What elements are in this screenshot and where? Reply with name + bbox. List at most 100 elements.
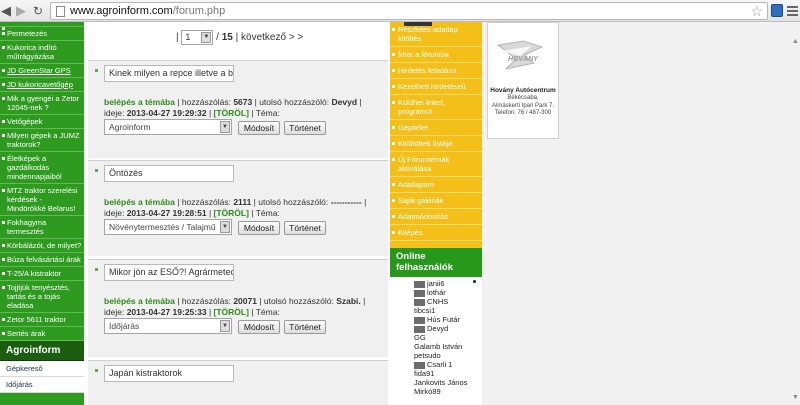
right-menu-item[interactable]: Kezelheti hirdetéseit	[390, 79, 482, 95]
online-user-name: Hús Futár	[427, 315, 460, 324]
join-topic-link[interactable]: belépés a témába	[104, 296, 175, 306]
right-menu-item[interactable]: Kitöltöttek listája	[390, 136, 482, 152]
url-text[interactable]: www.agroinform.com/forum.php	[70, 5, 225, 18]
right-menu-item[interactable]: Adatlapom	[390, 177, 482, 193]
right-menu-item[interactable]: Küldhet linket, programot	[390, 95, 482, 120]
online-user[interactable]: Devyd	[414, 324, 478, 333]
scroll-down-arrow-icon[interactable]: ▼	[792, 394, 799, 401]
online-user-name: Devyd	[427, 324, 449, 333]
page-select[interactable]: 1 ▼	[181, 30, 214, 45]
modify-button[interactable]: Módosít	[238, 121, 280, 135]
left-menu-item[interactable]: Fokhagyma termesztés	[0, 216, 84, 239]
scroll-up-arrow-icon[interactable]: ▲	[792, 38, 799, 45]
address-bar[interactable]: www.agroinform.com/forum.php ☆	[50, 2, 768, 20]
history-button[interactable]: Történet	[284, 221, 326, 235]
online-user[interactable]: tibcsi1	[414, 306, 478, 315]
extension-icon[interactable]	[771, 4, 783, 17]
left-menu-item[interactable]: Tojjtjük tenyésztés, tartás és a tojás e…	[0, 281, 84, 313]
last-poster-label: utolsó hozzászóló:	[259, 97, 330, 107]
right-menu-item[interactable]: Gépitélet	[390, 120, 482, 136]
online-user[interactable]: CNHS	[414, 297, 478, 306]
category-select[interactable]: Időjárás ▼	[104, 318, 232, 334]
left-menu-item[interactable]: Permetezés	[0, 27, 84, 41]
reload-icon[interactable]: ↻	[33, 3, 47, 19]
delete-link[interactable]: [TÖRÖL]	[214, 208, 249, 218]
online-user[interactable]: Csarli 1	[414, 360, 478, 369]
pager-total: / 15 |	[216, 32, 242, 44]
hovany-logo-icon: HOVÁNY	[497, 40, 544, 70]
avatar	[414, 361, 425, 369]
online-user[interactable]: lothár	[414, 288, 478, 297]
right-menu-item[interactable]: Hirdetés feladása	[390, 63, 482, 79]
bookmark-star-icon[interactable]: ☆	[750, 3, 763, 19]
left-menu-item[interactable]: Vetőgépek	[0, 115, 84, 129]
forum-topic-list: | 1 ▼ / 15 | következő > > Kinek milyen a…	[88, 22, 388, 405]
topic-title-field[interactable]: Öntözés	[104, 165, 234, 182]
online-user-name: Mirkó89	[414, 387, 441, 396]
online-user[interactable]: petsudo	[414, 351, 478, 360]
left-menu-item[interactable]: Sertés árak	[0, 327, 84, 341]
left-menu-subitem[interactable]: Gépkereső	[0, 361, 84, 377]
theme-label: Téma:	[255, 307, 280, 317]
modify-button[interactable]: Módosít	[238, 221, 280, 235]
topic-title-field[interactable]: Mikor jön az ESŐ?! Agrármeteon	[104, 264, 234, 281]
online-user[interactable]: fida91	[414, 369, 478, 378]
online-user[interactable]: Galamb István	[414, 342, 478, 351]
left-menu-item[interactable]: MTZ traktor szerelési kérdések - Mindörö…	[0, 184, 84, 216]
online-user[interactable]: Mirkó89	[414, 387, 478, 396]
topic-title-field[interactable]: Japán kistraktorok	[104, 365, 234, 382]
left-menu-item[interactable]: Milyen gépek a JUMZ traktorok?	[0, 129, 84, 152]
left-menu-subitem[interactable]: Időjárás	[0, 377, 84, 393]
left-menu-item[interactable]: Búza felvásártási árak	[0, 253, 84, 267]
online-user-name: GG	[414, 333, 426, 342]
right-menu-item[interactable]: Kilépés	[390, 225, 482, 241]
online-user-name: Galamb István	[414, 342, 463, 351]
bullet-icon	[95, 69, 98, 72]
browser-menu-icon[interactable]	[787, 4, 798, 17]
join-topic-link[interactable]: belépés a témába	[104, 97, 175, 107]
left-menu-item[interactable]: JD kukoricavetőgép	[0, 78, 84, 92]
online-user[interactable]: janii6	[414, 279, 478, 288]
right-menu-item[interactable]: Saját galériák	[390, 193, 482, 209]
left-menu-item[interactable]: Életképek a gazdálkodás mindennapjaiból	[0, 152, 84, 184]
category-select-value: Időjárás	[109, 321, 140, 331]
online-user-name: janii6	[427, 279, 445, 288]
forward-arrow-icon[interactable]: ▶	[16, 3, 30, 19]
history-button[interactable]: Történet	[284, 320, 326, 334]
online-user[interactable]: GG	[414, 333, 478, 342]
delete-link[interactable]: [TÖRÖL]	[214, 108, 249, 118]
join-topic-link[interactable]: belépés a témába	[104, 197, 175, 207]
online-user[interactable]: Jankovits János	[414, 378, 478, 387]
category-select[interactable]: Növénytermesztés / Talajmű ▼	[104, 219, 232, 235]
modify-button[interactable]: Módosít	[238, 320, 280, 334]
replies-label: hozzászólás:	[181, 97, 231, 107]
avatar	[414, 298, 425, 306]
left-menu-item[interactable]: Körbálázót, de milyet?	[0, 239, 84, 253]
category-select-value: Növénytermesztés / Talajmű	[109, 222, 216, 232]
right-menu-item[interactable]: Adatmódosítás	[390, 209, 482, 225]
replies-label: hozzászólás:	[181, 296, 231, 306]
hovany-logo: HOVÁNY	[494, 37, 552, 77]
scrollbar[interactable]	[790, 22, 800, 405]
advertisement[interactable]: HOVÁNY Hovány Autócentrum Békécsaba, Alm…	[487, 22, 559, 139]
online-user[interactable]: Hús Futár	[414, 315, 478, 324]
delete-link[interactable]: [TÖRÖL]	[214, 307, 249, 317]
left-menu-item[interactable]: Kukorica indító műtrágyázása	[0, 41, 84, 64]
date-label: ideje:	[104, 208, 125, 218]
left-menu-item[interactable]: JD GreenStar GPS	[0, 64, 84, 78]
avatar	[414, 316, 425, 324]
history-button[interactable]: Történet	[284, 121, 326, 135]
next-page-link[interactable]: következő > >	[241, 32, 303, 43]
left-menu-item[interactable]: Mik a gyengéi a Zetor 12045-nek ?	[0, 92, 84, 115]
left-menu-item[interactable]: Zetor 5611 traktor	[0, 313, 84, 327]
left-menu-item[interactable]: T-25/A kistraktor	[0, 267, 84, 281]
bullet-icon	[95, 369, 98, 372]
category-select[interactable]: Agroinform ▼	[104, 119, 232, 135]
pager: | 1 ▼ / 15 | következő > >	[176, 30, 303, 45]
hovany-logo-text: HOVÁNY	[508, 54, 539, 63]
right-menu: Részletes adatlap kitöltés Írhat a fórumb…	[390, 22, 482, 405]
right-menu-item[interactable]: Új Fórumtémák aktiválása	[390, 152, 482, 177]
topic-title-field[interactable]: Kinek milyen a repce illetve a bú	[104, 65, 234, 82]
right-menu-item[interactable]: Írhat a fórumba	[390, 47, 482, 63]
back-arrow-icon[interactable]: ◀	[1, 3, 15, 19]
